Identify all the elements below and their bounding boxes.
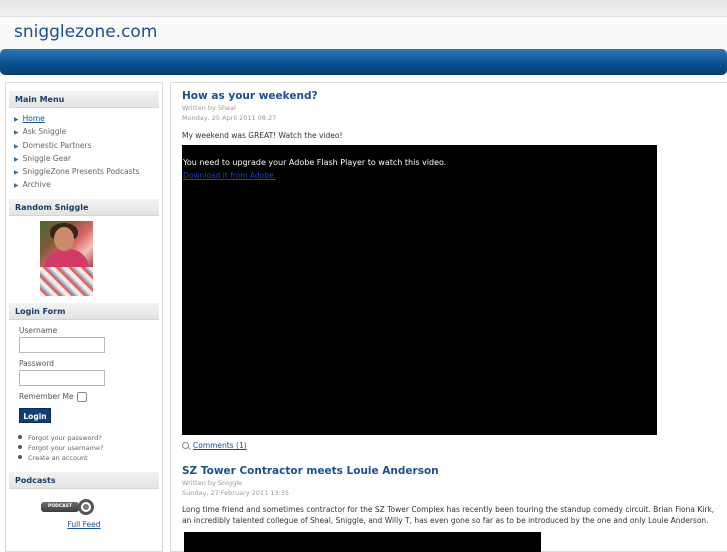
menu-item-label[interactable]: Domestic Partners — [23, 141, 92, 150]
site-header: snigglezone.com — [0, 17, 727, 50]
bullet-icon — [18, 435, 22, 440]
password-label: Password — [19, 358, 55, 368]
menu-item-domestic-partners[interactable]: ▶ Domestic Partners — [14, 139, 162, 152]
menu-item-label[interactable]: Home — [23, 114, 45, 123]
full-feed-link[interactable]: Full Feed — [6, 520, 162, 529]
podcasts-title: Podcasts — [9, 471, 159, 489]
username-input[interactable] — [19, 336, 105, 353]
login-form-title: Login Form — [9, 302, 159, 320]
menu-item-podcasts[interactable]: ▶ SniggleZone Presents Podcasts — [14, 165, 162, 178]
random-sniggle-title: Random Sniggle — [9, 198, 159, 216]
main-content: How as your weekend? Written by Sheal Mo… — [170, 82, 727, 552]
top-strip — [0, 0, 727, 17]
article-title[interactable]: How as your weekend? — [182, 90, 722, 102]
arrow-icon: ▶ — [14, 169, 19, 177]
link-label[interactable]: Create an account — [28, 454, 88, 462]
bullet-icon — [18, 455, 22, 460]
article-2: SZ Tower Contractor meets Louie Anderson… — [182, 465, 717, 526]
download-adobe-link[interactable]: Download it from Adobe. — [183, 171, 276, 180]
password-input[interactable] — [19, 369, 105, 386]
create-account-link[interactable]: Create an account — [18, 453, 162, 463]
magnifier-icon — [182, 442, 189, 449]
forgot-username-link[interactable]: Forgot your username? — [18, 443, 162, 453]
flash-upgrade-message: You need to upgrade your Adobe Flash Pla… — [183, 158, 447, 167]
forgot-password-link[interactable]: Forgot your password? — [18, 433, 162, 443]
menu-item-home[interactable]: ▶ Home — [14, 112, 162, 125]
arrow-icon: ▶ — [14, 155, 19, 163]
menu-item-label[interactable]: Sniggle Gear — [23, 154, 71, 163]
photo-blanket — [40, 266, 93, 296]
remember-me-row: Remember Me — [19, 391, 162, 402]
article-date: Monday, 25 April 2011 08:27 — [182, 114, 277, 122]
video-player[interactable]: You need to upgrade your Adobe Flash Pla… — [182, 145, 657, 435]
video-player-2[interactable] — [184, 532, 541, 552]
login-button[interactable]: Login — [19, 407, 51, 423]
menu-item-archive[interactable]: ▶ Archive — [14, 178, 162, 191]
arrow-icon: ▶ — [14, 182, 19, 190]
arrow-icon: ▶ — [14, 116, 19, 123]
comments-row: Comments (1) — [182, 441, 247, 450]
main-menu: ▶ Home ▶ Ask Sniggle ▶ Domestic Partners ▶ S… — [14, 112, 162, 192]
link-label[interactable]: Forgot your username? — [28, 444, 103, 452]
podcast-badge-icon[interactable]: PODCAST — [41, 498, 94, 515]
menu-item-label[interactable]: Ask Sniggle — [23, 127, 67, 136]
article-author: Written by Sheal — [182, 104, 236, 112]
nav-bar — [0, 49, 727, 75]
sidebar: Main Menu ▶ Home ▶ Ask Sniggle ▶ Domestic P… — [5, 82, 163, 552]
random-sniggle-photo[interactable] — [40, 220, 93, 296]
arrow-icon: ▶ — [14, 142, 19, 150]
article-intro: Long time friend and sometimes contracto… — [182, 505, 715, 525]
comments-link[interactable]: Comments (1) — [193, 441, 247, 450]
username-label: Username — [19, 325, 58, 335]
login-links: Forgot your password? Forgot your userna… — [18, 433, 162, 463]
menu-item-ask-sniggle[interactable]: ▶ Ask Sniggle — [14, 125, 162, 138]
article-author: Written by Sniggle — [182, 479, 243, 487]
article-title[interactable]: SZ Tower Contractor meets Louie Anderson — [182, 465, 717, 477]
bullet-icon — [18, 445, 22, 450]
remember-me-checkbox[interactable] — [76, 391, 87, 402]
photo-face — [54, 226, 74, 251]
podcast-ring-icon — [78, 498, 94, 515]
menu-item-label[interactable]: SniggleZone Presents Podcasts — [23, 167, 140, 176]
article-intro: My weekend was GREAT! Watch the video! — [182, 131, 343, 140]
main-menu-title: Main Menu — [9, 91, 159, 108]
menu-item-sniggle-gear[interactable]: ▶ Sniggle Gear — [14, 152, 162, 165]
site-title[interactable]: snigglezone.com — [14, 22, 157, 42]
remember-me-label: Remember Me — [19, 392, 74, 402]
arrow-icon: ▶ — [14, 129, 19, 137]
article-date: Sunday, 27 February 2011 13:35 — [182, 489, 289, 497]
menu-item-label[interactable]: Archive — [23, 180, 51, 189]
link-label[interactable]: Forgot your password? — [28, 434, 102, 442]
article-1: How as your weekend? Written by Sheal Mo… — [182, 90, 722, 142]
podcast-badge-text: PODCAST — [41, 501, 79, 512]
